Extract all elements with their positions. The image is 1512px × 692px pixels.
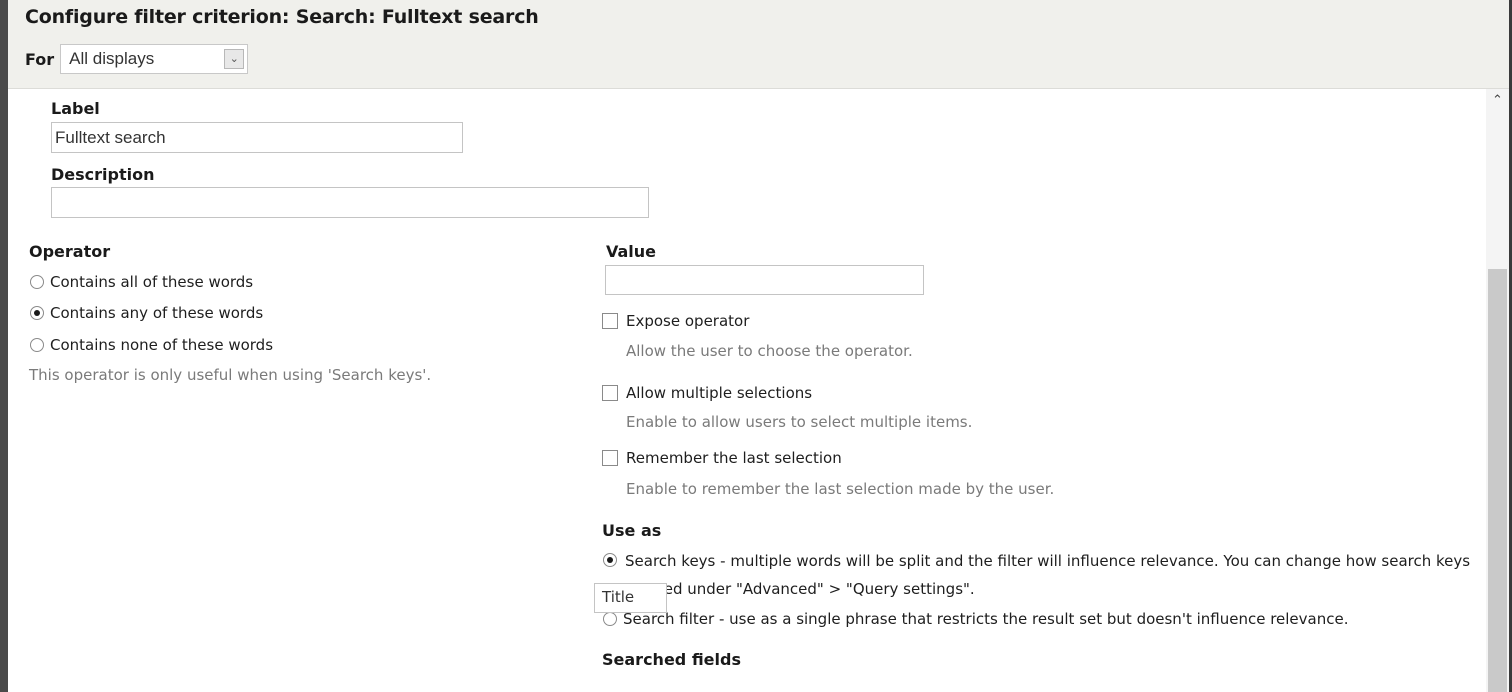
allow-multiple-help: Enable to allow users to select multiple… <box>626 413 973 431</box>
searched-fields-option[interactable]: Title <box>602 588 634 606</box>
operator-option-label: Contains any of these words <box>50 304 264 322</box>
searched-fields-label: Searched fields <box>602 650 741 669</box>
remember-selection-checkbox[interactable] <box>602 450 618 466</box>
allow-multiple-label: Allow multiple selections <box>626 384 813 402</box>
label-field-label: Label <box>51 99 100 118</box>
remember-selection-checkbox-row[interactable]: Remember the last selection <box>602 449 842 467</box>
scrollbar-thumb[interactable] <box>1488 269 1507 692</box>
value-label: Value <box>606 242 657 261</box>
for-displays-select[interactable]: All displays ⌄ <box>60 44 249 74</box>
window-left-edge <box>0 0 8 692</box>
use-as-search-filter-row[interactable]: Search filter - use as a single phrase t… <box>603 610 1348 628</box>
chevron-down-icon[interactable]: ⌄ <box>224 49 245 69</box>
chevron-up-icon[interactable]: ⌃ <box>1486 89 1509 111</box>
expose-operator-label: Expose operator <box>626 312 750 330</box>
use-as-search-filter-label: Search filter - use as a single phrase t… <box>623 610 1349 628</box>
expose-operator-help: Allow the user to choose the operator. <box>626 342 913 360</box>
value-input[interactable] <box>605 265 924 295</box>
operator-option-any[interactable]: Contains any of these words <box>30 304 263 322</box>
expose-operator-checkbox-row[interactable]: Expose operator <box>602 312 749 330</box>
use-as-search-keys-label[interactable]: Search keys - multiple words will be spl… <box>602 547 1472 603</box>
operator-option-none[interactable]: Contains none of these words <box>30 336 273 354</box>
allow-multiple-checkbox-row[interactable]: Allow multiple selections <box>602 384 812 402</box>
vertical-scrollbar[interactable]: ⌃ <box>1486 89 1509 692</box>
description-field-label: Description <box>51 165 155 184</box>
for-displays-selected: All displays <box>69 49 155 68</box>
description-input[interactable] <box>51 187 649 218</box>
label-input[interactable] <box>51 122 463 153</box>
operator-option-label: Contains all of these words <box>50 273 254 291</box>
for-label: For <box>25 49 55 69</box>
operator-help-text: This operator is only useful when using … <box>29 366 432 384</box>
operator-option-label: Contains none of these words <box>50 336 274 354</box>
expose-operator-checkbox[interactable] <box>602 313 618 329</box>
searched-fields-select[interactable]: Title <box>594 583 667 613</box>
radio-button[interactable] <box>30 275 44 289</box>
for-row: For All displays ⌄ <box>25 44 249 74</box>
use-as-label: Use as <box>602 521 662 540</box>
operator-option-all[interactable]: Contains all of these words <box>30 273 253 291</box>
use-as-search-filter-radio[interactable] <box>603 612 617 626</box>
allow-multiple-checkbox[interactable] <box>602 385 618 401</box>
dialog-content: Label Description Operator Contains all … <box>8 89 1486 692</box>
remember-selection-label: Remember the last selection <box>626 449 842 467</box>
remember-selection-help: Enable to remember the last selection ma… <box>626 480 1055 498</box>
radio-button[interactable] <box>30 338 44 352</box>
dialog-header: Configure filter criterion: Search: Full… <box>8 0 1509 89</box>
radio-button-checked[interactable] <box>30 306 44 320</box>
dialog-title: Configure filter criterion: Search: Full… <box>25 6 539 28</box>
operator-label: Operator <box>29 242 111 261</box>
